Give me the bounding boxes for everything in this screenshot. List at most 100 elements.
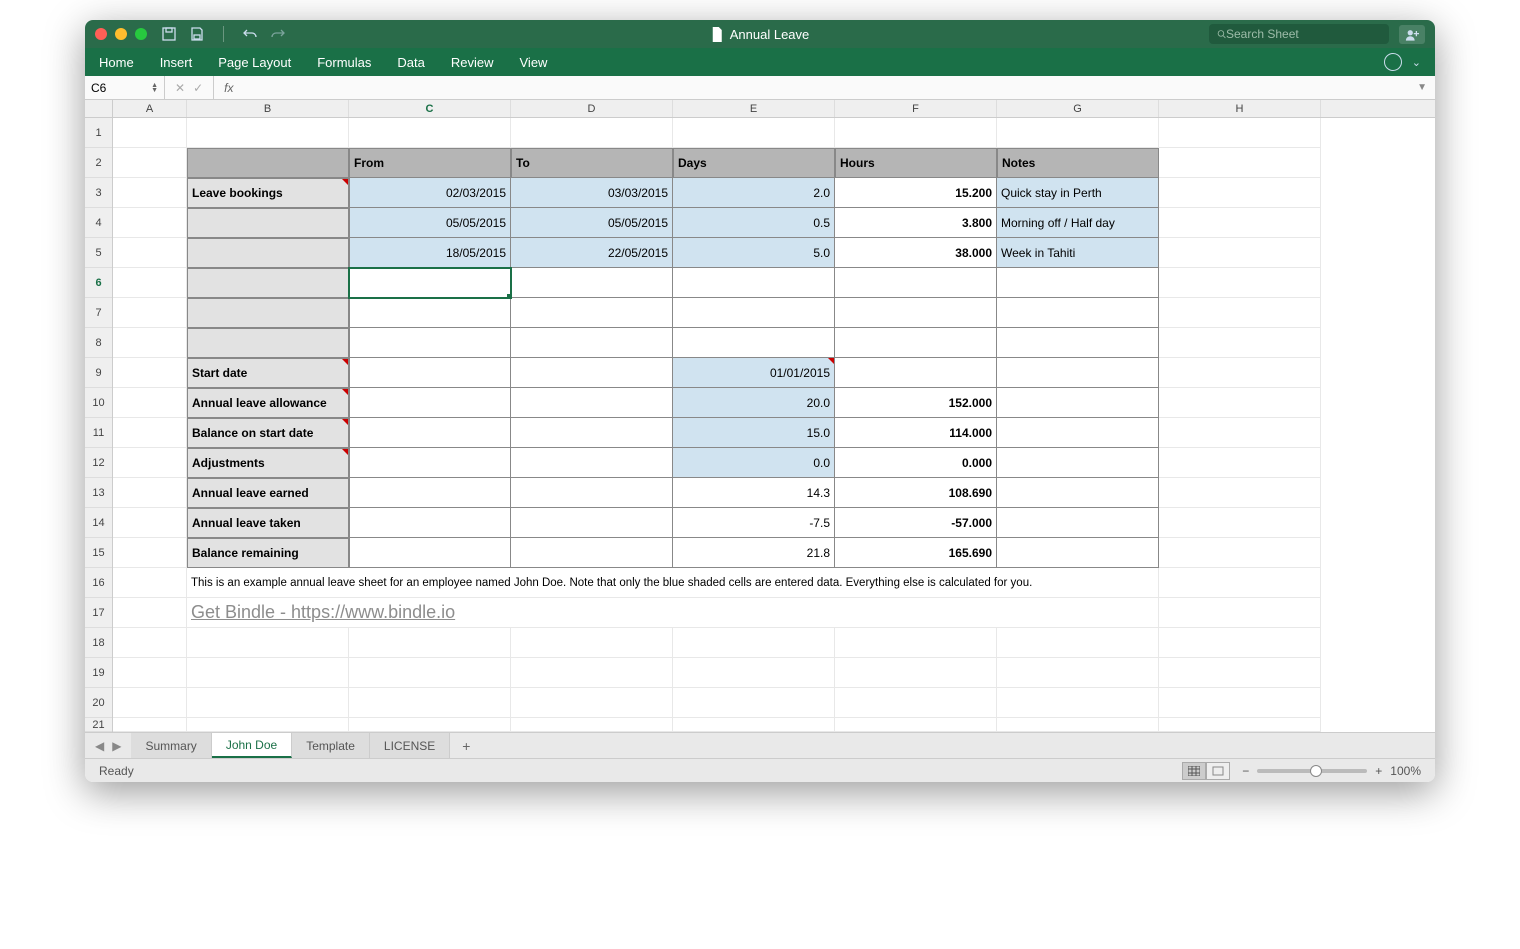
redo-icon[interactable] [270,26,286,42]
cell[interactable]: 01/01/2015 [673,358,835,388]
autosave-icon[interactable] [161,26,177,42]
label-earned[interactable]: Annual leave earned [187,478,349,508]
ribbon-collapse-icon[interactable]: ⌄ [1412,56,1421,69]
col-header-c[interactable]: C [349,100,511,117]
cell[interactable]: 02/03/2015 [349,178,511,208]
cell[interactable]: 165.690 [835,538,997,568]
header-notes[interactable]: Notes [997,148,1159,178]
accept-formula-icon[interactable]: ✓ [193,81,203,95]
close-window-button[interactable] [95,28,107,40]
row-header[interactable]: 7 [85,298,112,328]
col-header-g[interactable]: G [997,100,1159,117]
sheet-tab-license[interactable]: LICENSE [370,733,450,758]
sheet-tab-summary[interactable]: Summary [131,733,211,758]
cell[interactable]: 21.8 [673,538,835,568]
header-days[interactable]: Days [673,148,835,178]
cell[interactable] [997,298,1159,328]
undo-icon[interactable] [242,26,258,42]
fullscreen-window-button[interactable] [135,28,147,40]
cell[interactable]: -7.5 [673,508,835,538]
cell[interactable] [511,358,673,388]
cell[interactable]: 38.000 [835,238,997,268]
cell[interactable]: 15.0 [673,418,835,448]
cell[interactable] [349,298,511,328]
cell[interactable]: 20.0 [673,388,835,418]
cell[interactable]: Week in Tahiti [997,238,1159,268]
cell[interactable]: 0.5 [673,208,835,238]
zoom-level[interactable]: 100% [1390,764,1421,778]
zoom-in-button[interactable]: + [1375,764,1382,778]
row-header[interactable]: 1 [85,118,112,148]
row-header[interactable]: 2 [85,148,112,178]
formula-expand-icon[interactable]: ▼ [1409,82,1435,93]
active-cell[interactable] [349,268,511,298]
cell[interactable]: Morning off / Half day [997,208,1159,238]
ribbon-tab-page-layout[interactable]: Page Layout [218,55,291,70]
col-header-a[interactable]: A [113,100,187,117]
col-header-e[interactable]: E [673,100,835,117]
row-header[interactable]: 5 [85,238,112,268]
add-sheet-button[interactable]: + [450,738,482,754]
prev-sheet-button[interactable]: ◀ [95,739,104,753]
cell[interactable] [673,328,835,358]
row-header[interactable]: 11 [85,418,112,448]
row-header[interactable]: 20 [85,688,112,718]
cell[interactable]: Quick stay in Perth [997,178,1159,208]
sheet-tab-john-doe[interactable]: John Doe [212,733,292,758]
label-remaining[interactable]: Balance remaining [187,538,349,568]
cell[interactable]: 152.000 [835,388,997,418]
col-header-f[interactable]: F [835,100,997,117]
cell[interactable] [835,298,997,328]
row-header[interactable]: 12 [85,448,112,478]
cell[interactable]: 2.0 [673,178,835,208]
row-header[interactable]: 19 [85,658,112,688]
row-header[interactable]: 14 [85,508,112,538]
select-all-corner[interactable] [85,100,113,117]
row-header[interactable]: 8 [85,328,112,358]
zoom-out-button[interactable]: − [1242,764,1249,778]
ribbon-tab-home[interactable]: Home [99,55,134,70]
name-box[interactable]: C6 ▲▼ [85,76,165,99]
row-header[interactable]: 6 [85,268,112,298]
note-text[interactable]: This is an example annual leave sheet fo… [187,568,1159,598]
label-adjustments[interactable]: Adjustments [187,448,349,478]
cell[interactable] [835,358,997,388]
cell[interactable]: 22/05/2015 [511,238,673,268]
name-box-stepper[interactable]: ▲▼ [151,83,158,93]
cell[interactable] [187,298,349,328]
ribbon-tab-formulas[interactable]: Formulas [317,55,371,70]
row-header[interactable]: 17 [85,598,112,628]
row-header[interactable]: 4 [85,208,112,238]
cell[interactable]: 18/05/2015 [349,238,511,268]
cell[interactable]: 0.000 [835,448,997,478]
search-sheet-box[interactable] [1209,24,1389,44]
header-to[interactable]: To [511,148,673,178]
col-header-b[interactable]: B [187,100,349,117]
cell[interactable] [349,358,511,388]
row-header[interactable]: 21 [85,718,112,732]
row-header[interactable]: 3 [85,178,112,208]
cell[interactable]: 3.800 [835,208,997,238]
cell[interactable]: 15.200 [835,178,997,208]
label-balance-start[interactable]: Balance on start date [187,418,349,448]
cell[interactable]: 0.0 [673,448,835,478]
row-header[interactable]: 9 [85,358,112,388]
spreadsheet-grid[interactable]: A B C D E F G H 1 2 3 4 5 6 7 8 9 10 11 … [85,100,1435,732]
cell[interactable]: 05/05/2015 [511,208,673,238]
col-header-h[interactable]: H [1159,100,1321,117]
cell[interactable] [673,268,835,298]
bindle-link[interactable]: Get Bindle - https://www.bindle.io [191,602,455,623]
minimize-window-button[interactable] [115,28,127,40]
cancel-formula-icon[interactable]: ✕ [175,81,185,95]
cell[interactable]: 114.000 [835,418,997,448]
row-header[interactable]: 16 [85,568,112,598]
cell[interactable] [511,298,673,328]
row-header[interactable]: 15 [85,538,112,568]
zoom-slider[interactable] [1257,769,1367,773]
ribbon-tab-view[interactable]: View [520,55,548,70]
fx-label[interactable]: fx [214,81,243,95]
cell[interactable] [187,148,349,178]
row-header[interactable]: 10 [85,388,112,418]
label-start-date[interactable]: Start date [187,358,349,388]
share-button[interactable] [1399,25,1425,44]
